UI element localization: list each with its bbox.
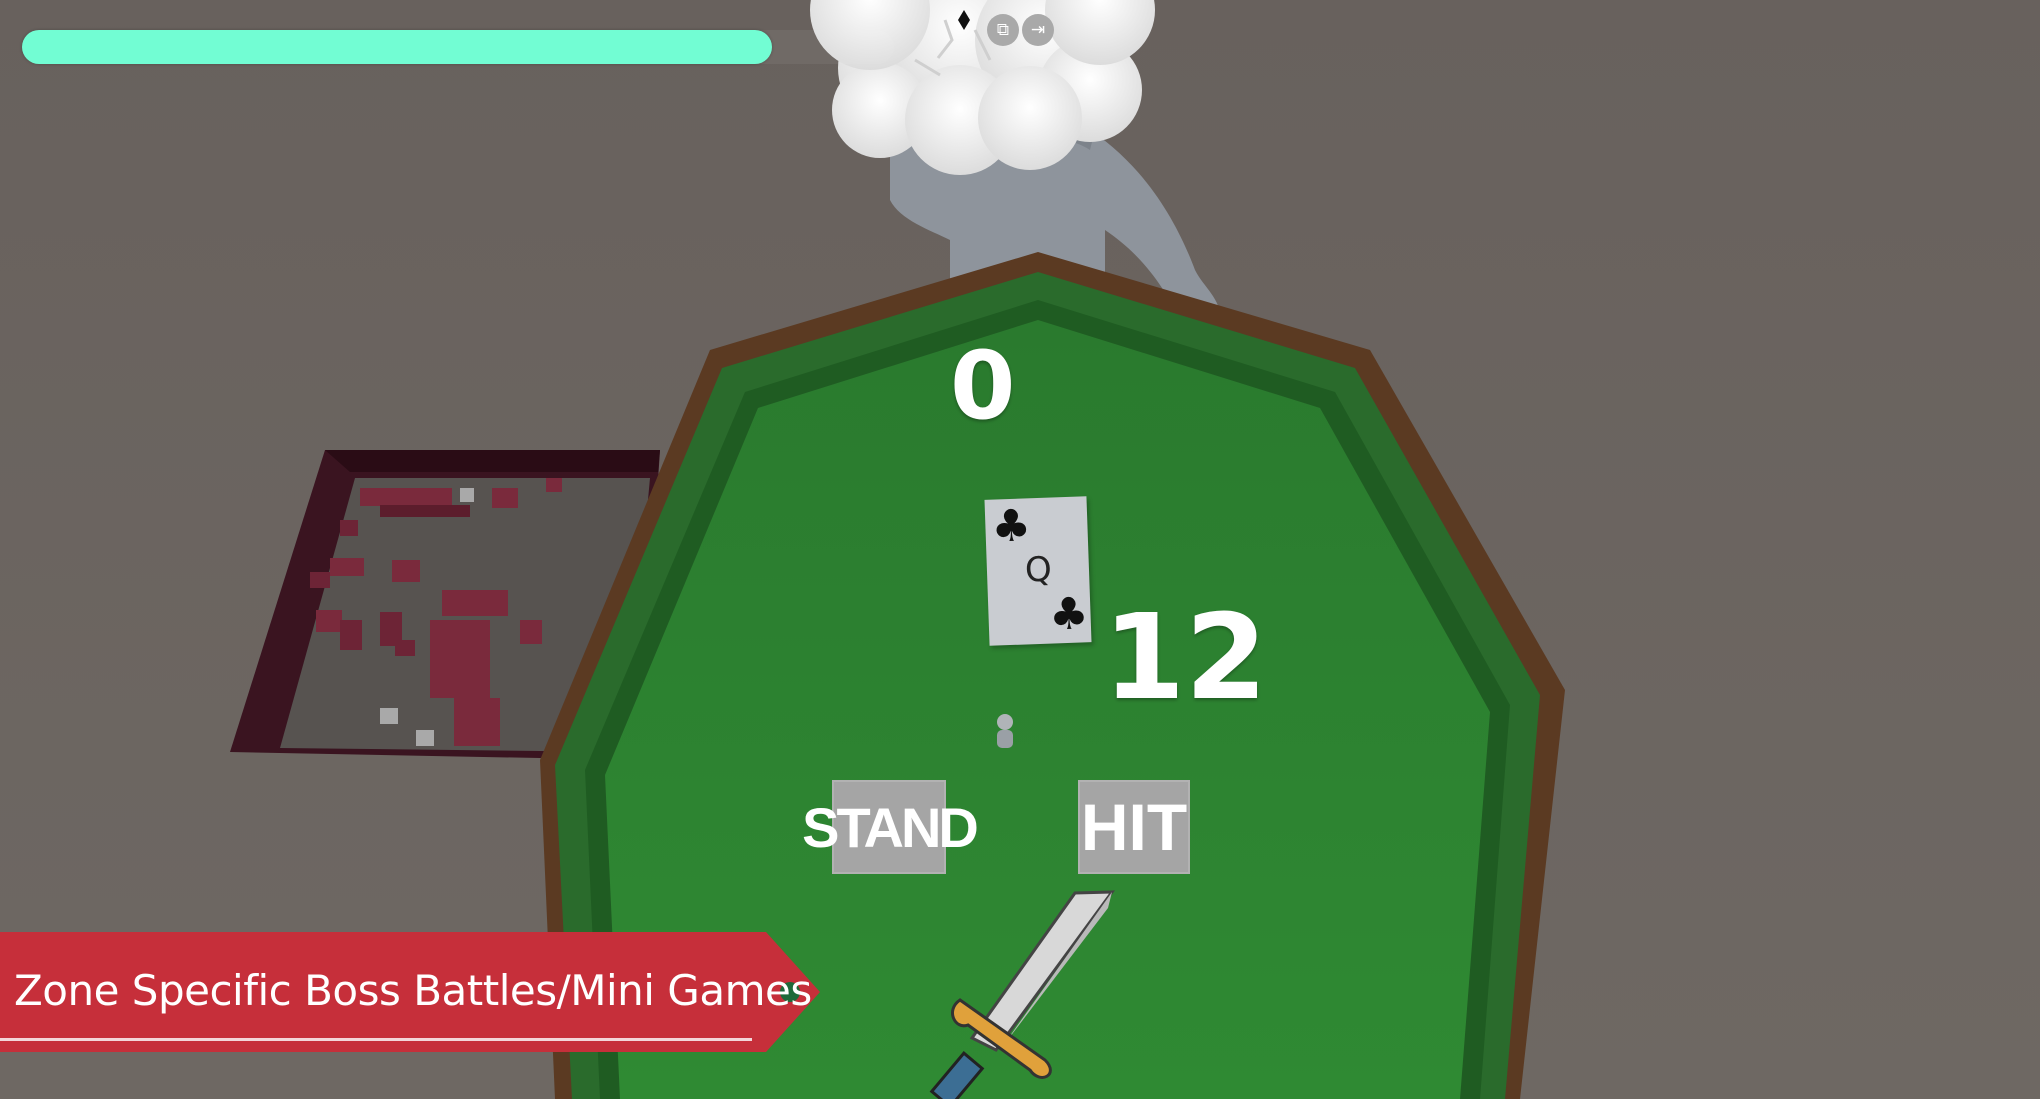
exit-icon[interactable]: ⇥ [1022,14,1054,46]
caption-text: Zone Specific Boss Battles/Mini Games [14,966,812,1015]
dealer-score: 0 [950,332,1016,441]
health-bar [22,30,894,64]
player-score: 12 [1103,588,1268,726]
stand-button[interactable]: STAND [802,780,979,874]
card-suit-bottom: ♣ [1048,588,1090,641]
card-suit-top: ♣ [990,500,1032,553]
health-bar-fill [22,30,772,64]
card-rank: Q [1024,549,1053,591]
restore-window-icon[interactable]: ⧉ [987,14,1019,46]
hit-button[interactable]: HIT [1078,780,1190,874]
playing-card: ♣ Q ♣ [984,496,1092,646]
minion-figure [997,714,1013,748]
